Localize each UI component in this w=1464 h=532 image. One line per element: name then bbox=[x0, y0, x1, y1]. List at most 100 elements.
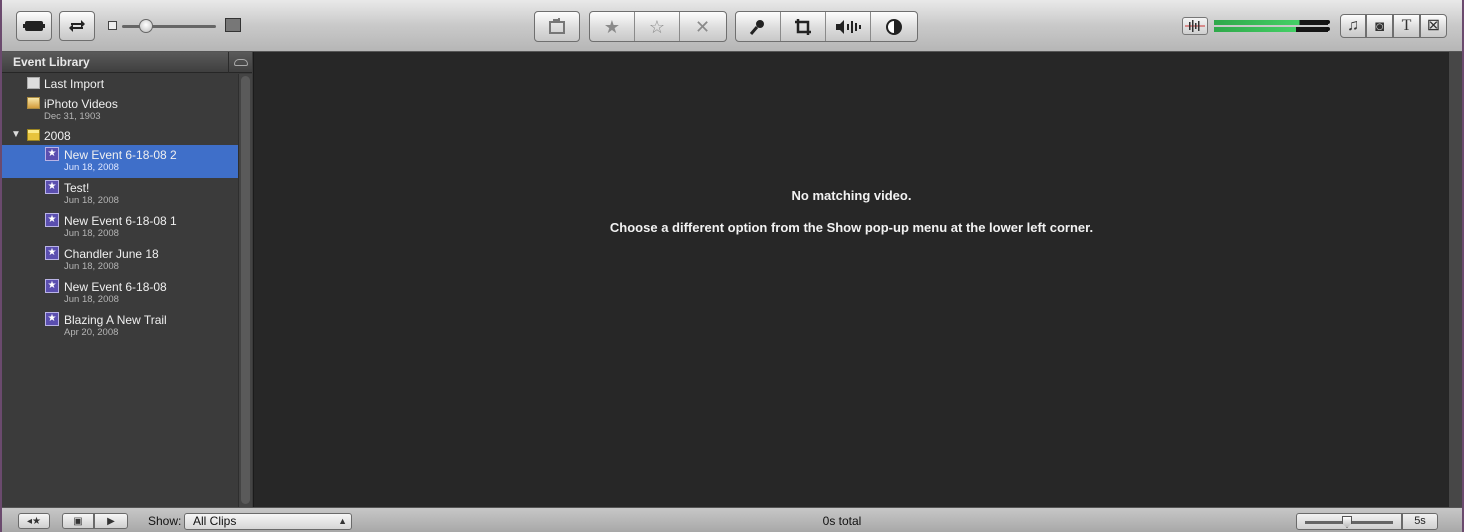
reject-x-icon: ✕ bbox=[694, 16, 711, 37]
play-fullscreen-button[interactable]: ▣ bbox=[62, 513, 94, 529]
swap-events-projects-button[interactable] bbox=[59, 11, 95, 41]
music-note-icon: ♫ bbox=[1347, 17, 1359, 34]
audio-clip-indicator-right bbox=[1326, 27, 1330, 31]
event-star-icon: ★ bbox=[45, 279, 59, 293]
audio-level-meter bbox=[1214, 18, 1330, 34]
select-arrows-icon: ▲ bbox=[338, 516, 347, 526]
waveform-icon bbox=[1185, 20, 1205, 32]
event-view-button[interactable]: ◂★ bbox=[18, 513, 50, 529]
camera-import-icon bbox=[23, 21, 45, 31]
event-library-sidebar: Event Library Last Import iPhoto Videos … bbox=[2, 52, 252, 507]
thumbnail-size-slider[interactable] bbox=[122, 25, 216, 28]
large-thumbnail-icon bbox=[225, 18, 241, 32]
video-adjust-button[interactable] bbox=[871, 12, 916, 41]
sidebar-scrollbar-thumb[interactable] bbox=[241, 76, 250, 504]
sidebar-item-date: Jun 18, 2008 bbox=[64, 162, 119, 173]
sidebar-item-date: Dec 31, 1903 bbox=[44, 111, 101, 122]
sidebar-item-event[interactable]: ★ Blazing A New Trail Apr 20, 2008 bbox=[2, 310, 238, 342]
mark-favorite-button[interactable]: ★ bbox=[590, 12, 635, 41]
sidebar-item-label: iPhoto Videos bbox=[44, 97, 118, 111]
sidebar-item-date: Jun 18, 2008 bbox=[64, 228, 119, 239]
event-star-icon: ★ bbox=[45, 312, 59, 326]
sidebar-item-date: Jun 18, 2008 bbox=[64, 261, 119, 272]
show-filter-value: All Clips bbox=[193, 514, 237, 528]
sidebar-item-label: New Event 6-18-08 bbox=[64, 280, 167, 294]
sidebar-item-event[interactable]: ★ New Event 6-18-08 Jun 18, 2008 bbox=[2, 277, 238, 309]
duration-value: 5s bbox=[1402, 513, 1438, 530]
edit-group bbox=[534, 11, 580, 42]
audio-meter-right bbox=[1214, 27, 1328, 32]
event-browser: No matching video. Choose a different op… bbox=[253, 52, 1448, 507]
music-browser-button[interactable]: ♫ bbox=[1340, 14, 1366, 38]
audio-adjust-icon bbox=[836, 19, 861, 34]
browser-scrollbar[interactable] bbox=[1448, 52, 1462, 507]
sidebar-scrollbar[interactable] bbox=[238, 74, 252, 507]
audio-waveform-button[interactable] bbox=[1182, 17, 1208, 35]
play-icon: ▶ bbox=[107, 515, 115, 527]
sidebar-item-label: New Event 6-18-08 2 bbox=[64, 148, 177, 162]
thumbnail-size-knob[interactable] bbox=[139, 19, 153, 33]
disclosure-triangle-icon[interactable]: ▼ bbox=[11, 129, 21, 140]
play-fullscreen-icon: ▣ bbox=[73, 515, 83, 527]
eject-button[interactable] bbox=[228, 52, 252, 73]
event-star-small-icon: ◂★ bbox=[27, 515, 41, 527]
transitions-browser-button[interactable]: ⊠ bbox=[1420, 14, 1447, 38]
sidebar-item-label: New Event 6-18-08 1 bbox=[64, 214, 177, 228]
event-star-icon: ★ bbox=[45, 180, 59, 194]
small-thumbnail-icon bbox=[108, 21, 117, 30]
last-import-icon bbox=[27, 77, 40, 89]
voiceover-mic-icon bbox=[749, 19, 764, 35]
clip-duration-slider[interactable] bbox=[1296, 513, 1402, 530]
photo-camera-icon: ◙ bbox=[1374, 17, 1385, 35]
transitions-icon: ⊠ bbox=[1426, 17, 1441, 34]
duration-slider-knob[interactable] bbox=[1342, 516, 1352, 528]
bottom-bar: ◂★ ▣ ▶ Show: All Clips ▲ 0s total 5s bbox=[2, 507, 1462, 532]
tools-group bbox=[735, 11, 918, 42]
sidebar-item-event[interactable]: ★ Chandler June 18 Jun 18, 2008 bbox=[2, 244, 238, 276]
voiceover-button[interactable] bbox=[736, 12, 781, 41]
sidebar-item-event[interactable]: ★ New Event 6-18-08 1 Jun 18, 2008 bbox=[2, 211, 238, 243]
imovie-window: ★ ☆ ✕ ♫ ◙ T ⊠ Event Library Last Import … bbox=[2, 0, 1462, 532]
video-adjust-icon bbox=[885, 18, 902, 35]
sidebar-item-last-import[interactable]: Last Import bbox=[2, 74, 238, 94]
event-star-icon: ★ bbox=[45, 213, 59, 227]
audio-adjust-button[interactable] bbox=[826, 12, 871, 41]
sidebar-item-date: Apr 20, 2008 bbox=[64, 327, 119, 338]
iphoto-icon bbox=[27, 97, 40, 109]
favorite-star-icon: ★ bbox=[603, 16, 621, 37]
sidebar-item-event[interactable]: ★ Test! Jun 18, 2008 bbox=[2, 178, 238, 210]
sidebar-item-label: Last Import bbox=[44, 77, 105, 91]
sidebar-item-date: Jun 18, 2008 bbox=[64, 294, 119, 305]
sidebar-item-iphoto-videos[interactable]: iPhoto Videos Dec 31, 1903 bbox=[2, 94, 238, 126]
camera-import-button[interactable] bbox=[16, 11, 52, 41]
sidebar-header: Event Library bbox=[2, 52, 252, 73]
crop-icon bbox=[795, 18, 811, 35]
unmark-button[interactable]: ☆ bbox=[635, 12, 680, 41]
crop-button[interactable] bbox=[781, 12, 826, 41]
sidebar-item-label: Blazing A New Trail bbox=[64, 313, 167, 327]
rating-group: ★ ☆ ✕ bbox=[589, 11, 727, 42]
show-filter-select[interactable]: All Clips ▲ bbox=[184, 513, 352, 530]
sidebar-item-label: Chandler June 18 bbox=[64, 247, 159, 261]
audio-meter-left bbox=[1214, 20, 1328, 25]
toolbar: ★ ☆ ✕ ♫ ◙ T ⊠ bbox=[2, 0, 1462, 52]
sidebar-item-label: Test! bbox=[64, 181, 90, 195]
photo-browser-button[interactable]: ◙ bbox=[1366, 14, 1393, 38]
play-button[interactable]: ▶ bbox=[94, 513, 128, 529]
titles-browser-button[interactable]: T bbox=[1393, 14, 1420, 38]
sidebar-item-event[interactable]: ★ New Event 6-18-08 2 Jun 18, 2008 bbox=[2, 145, 238, 178]
sidebar-item-2008[interactable]: ▼ 2008 bbox=[2, 126, 238, 146]
empty-message-body: Choose a different option from the Show … bbox=[609, 220, 1094, 235]
reject-button[interactable]: ✕ bbox=[680, 12, 725, 41]
empty-message-title: No matching video. bbox=[791, 188, 912, 203]
sidebar-title: Event Library bbox=[13, 55, 90, 69]
swap-icon bbox=[69, 20, 85, 32]
event-star-icon: ★ bbox=[45, 147, 59, 161]
unmark-star-icon: ☆ bbox=[648, 16, 666, 37]
add-to-project-button[interactable] bbox=[535, 12, 579, 41]
title-icon: T bbox=[1401, 17, 1412, 34]
audio-clip-indicator-left bbox=[1326, 20, 1330, 24]
total-duration: 0s total bbox=[822, 514, 862, 528]
event-star-icon: ★ bbox=[45, 246, 59, 260]
show-label: Show: bbox=[148, 514, 182, 528]
